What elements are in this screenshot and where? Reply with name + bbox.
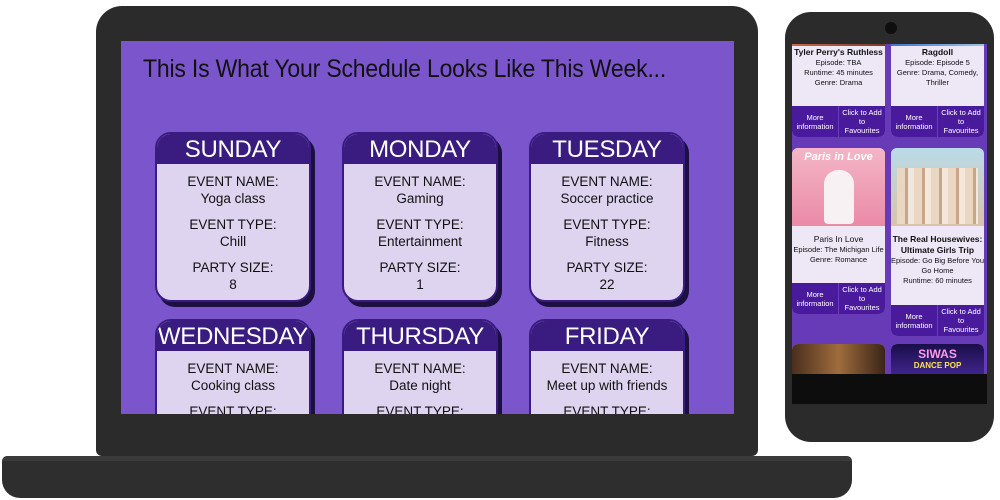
- event-type-label: EVENT TYPE:: [563, 217, 651, 232]
- event-type-label: EVENT TYPE:: [189, 217, 277, 232]
- show-poster: SIWAS DANCE POP: [891, 344, 984, 374]
- party-size-value: 22: [599, 277, 615, 292]
- poster-title: Paris in Love: [804, 151, 873, 163]
- show-genre: Genre: Drama: [814, 78, 863, 87]
- day-card-thursday: THURSDAY EVENT NAME: Date night EVENT TY…: [342, 319, 498, 414]
- page-title: This Is What Your Schedule Looks Like Th…: [143, 55, 667, 83]
- show-episode: Episode: Episode 5: [905, 58, 970, 67]
- more-info-button[interactable]: More information: [792, 106, 838, 137]
- add-favourite-button[interactable]: Click to Add to Favourites: [937, 106, 984, 137]
- event-type-value: Entertainment: [377, 234, 463, 249]
- poster-figure: [824, 170, 854, 224]
- event-type-label: EVENT TYPE:: [189, 404, 277, 414]
- add-favourite-button[interactable]: Click to Add to Favourites: [838, 106, 885, 137]
- day-name: THURSDAY: [344, 321, 496, 351]
- event-name-label: EVENT NAME:: [187, 361, 279, 376]
- phone-bottom-bezel: [792, 374, 987, 404]
- day-card-wednesday: WEDNESDAY EVENT NAME: Cooking class EVEN…: [155, 319, 311, 414]
- show-card: The Real Housewives: Ultimate Girls Trip…: [891, 148, 984, 336]
- show-episode: Episode: Go Big Before You Go Home: [891, 256, 984, 275]
- day-card-tuesday: TUESDAY EVENT NAME: Soccer practice EVEN…: [529, 132, 685, 302]
- event-name-value: Gaming: [396, 191, 444, 206]
- more-info-button[interactable]: More information: [792, 283, 838, 314]
- show-runtime: Runtime: 45 minutes: [804, 68, 873, 77]
- show-poster: [792, 344, 885, 374]
- day-name: TUESDAY: [531, 134, 683, 164]
- show-title: Ragdoll: [921, 47, 954, 57]
- show-runtime: Runtime: 60 minutes: [903, 276, 972, 285]
- laptop-base: [2, 456, 852, 498]
- show-poster: [891, 148, 984, 226]
- event-type-label: EVENT TYPE:: [563, 404, 651, 414]
- day-card-friday: FRIDAY EVENT NAME: Meet up with friends …: [529, 319, 685, 414]
- show-title: The Real Housewives: Ultimate Girls Trip: [892, 234, 983, 255]
- day-card-monday: MONDAY EVENT NAME: Gaming EVENT TYPE: En…: [342, 132, 498, 302]
- show-episode: Episode: The Michigan Life: [793, 245, 884, 254]
- show-card: Paris in Love Paris In Love Episode: The…: [792, 148, 885, 314]
- show-genre: Genre: Drama, Comedy, Thriller: [896, 68, 979, 87]
- show-title: Tyler Perry's Ruthless: [794, 47, 883, 57]
- add-favourite-button[interactable]: Click to Add to Favourites: [937, 305, 984, 336]
- camera-icon: [885, 22, 897, 34]
- show-genre: Genre: Romance: [809, 255, 868, 264]
- day-name: FRIDAY: [531, 321, 683, 351]
- day-name: SUNDAY: [157, 134, 309, 164]
- show-title: Paris In Love: [813, 234, 864, 244]
- more-info-button[interactable]: More information: [891, 305, 937, 336]
- party-size-value: 8: [229, 277, 237, 292]
- add-favourite-button[interactable]: Click to Add to Favourites: [838, 283, 885, 314]
- poster-figures: [897, 168, 978, 224]
- show-card: Tyler Perry's Ruthless Episode: TBA Runt…: [792, 44, 885, 137]
- day-name: MONDAY: [344, 134, 496, 164]
- phone-screen: Tyler Perry's Ruthless Episode: TBA Runt…: [792, 44, 987, 374]
- event-type-value: Fitness: [585, 234, 629, 249]
- event-name-value: Meet up with friends: [546, 378, 668, 393]
- show-card: SIWAS DANCE POP: [891, 344, 984, 374]
- poster-subtitle: DANCE POP: [913, 361, 962, 370]
- poster-title: SIWAS: [918, 347, 957, 361]
- show-episode: Episode: TBA: [815, 58, 862, 67]
- show-card: [792, 344, 885, 374]
- event-name-label: EVENT NAME:: [374, 361, 466, 376]
- event-name-label: EVENT NAME:: [561, 361, 653, 376]
- event-name-label: EVENT NAME:: [561, 174, 653, 189]
- party-size-label: PARTY SIZE:: [192, 260, 274, 275]
- show-poster: Paris in Love: [792, 148, 885, 226]
- show-card: Ragdoll Episode: Episode 5 Genre: Drama,…: [891, 44, 984, 137]
- event-name-label: EVENT NAME:: [374, 174, 466, 189]
- party-size-value: 1: [416, 277, 424, 292]
- show-poster: [891, 44, 984, 46]
- more-info-button[interactable]: More information: [891, 106, 937, 137]
- party-size-label: PARTY SIZE:: [379, 260, 461, 275]
- day-card-sunday: SUNDAY EVENT NAME: Yoga class EVENT TYPE…: [155, 132, 311, 302]
- event-name-value: Date night: [389, 378, 451, 393]
- day-name: WEDNESDAY: [157, 321, 309, 351]
- laptop-screen: This Is What Your Schedule Looks Like Th…: [121, 41, 734, 414]
- event-name-label: EVENT NAME:: [187, 174, 279, 189]
- event-name-value: Yoga class: [200, 191, 266, 206]
- event-type-value: Chill: [219, 234, 247, 249]
- event-type-label: EVENT TYPE:: [376, 404, 464, 414]
- event-type-label: EVENT TYPE:: [376, 217, 464, 232]
- party-size-label: PARTY SIZE:: [566, 260, 648, 275]
- event-name-value: Cooking class: [190, 378, 276, 393]
- event-name-value: Soccer practice: [560, 191, 654, 206]
- show-poster: [792, 44, 885, 46]
